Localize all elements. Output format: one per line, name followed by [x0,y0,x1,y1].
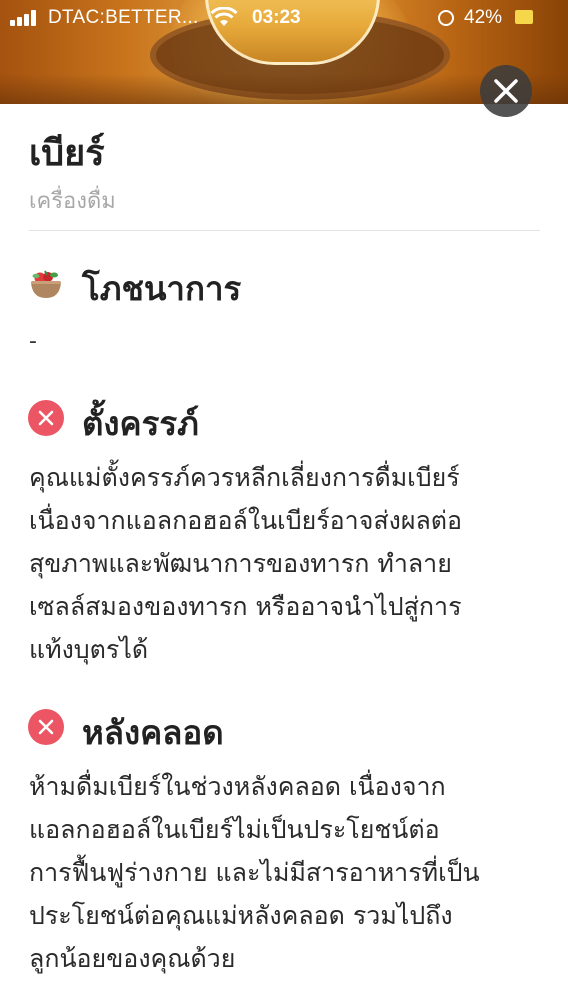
text-line: คุณแม่ตั้งครรภ์ควรหลีกเลี่ยงการดื่มเบียร… [29,463,460,492]
signal-icon [10,10,42,26]
x-circle-icon [28,709,64,745]
text-line: ลูกน้อยของคุณด้วย [29,944,236,973]
wifi-icon [210,7,238,26]
text-line: ประโยชน์ต่อคุณแม่หลังคลอด รวมไปถึง [29,901,453,930]
x-circle-icon [28,400,64,436]
salad-bowl-icon [31,270,61,298]
section-title-postpartum: หลังคลอด [82,713,224,752]
carrier-name: DTAC:BETTER... [48,7,199,28]
header-divider [29,230,540,231]
text-line: สุขภาพและพัฒนาการของทารก ทำลาย [29,549,452,578]
battery-icon [515,10,533,24]
product-category: เครื่องดื่ม [29,189,116,214]
close-button[interactable] [480,65,532,117]
text-line: การฟื้นฟูร่างกาย และไม่มีสารอาหารที่เป็น [29,858,480,887]
section-title-pregnancy: ตั้งครรภ์ [82,404,199,443]
nutrition-value: - [29,329,37,354]
pregnancy-description: คุณแม่ตั้งครรภ์ควรหลีกเลี่ยงการดื่มเบียร… [29,456,549,671]
text-line: เนื่องจากแอลกอฮอล์ในเบียร์อาจส่งผลต่อ [29,506,463,535]
page-title: เบียร์ [29,133,105,174]
text-line: ห้ามดื่มเบียร์ในช่วงหลังคลอด เนื่องจาก [29,772,446,801]
text-line: แอลกอฮอล์ในเบียร์ไม่เป็นประโยชน์ต่อ [29,815,440,844]
text-line: เซลล์สมองของทารก หรืออาจนำไปสู่การ [29,592,462,621]
section-title-nutrition: โภชนาการ [82,269,242,308]
battery-percentage: 42% [464,7,503,28]
status-time: 03:23 [252,7,301,28]
text-line: แท้งบุตรได้ [29,635,149,664]
close-icon [494,79,518,103]
postpartum-description: ห้ามดื่มเบียร์ในช่วงหลังคลอด เนื่องจาก แ… [29,765,549,980]
rotation-lock-icon [438,10,454,26]
status-bar: DTAC:BETTER... 03:23 42% [0,0,568,36]
